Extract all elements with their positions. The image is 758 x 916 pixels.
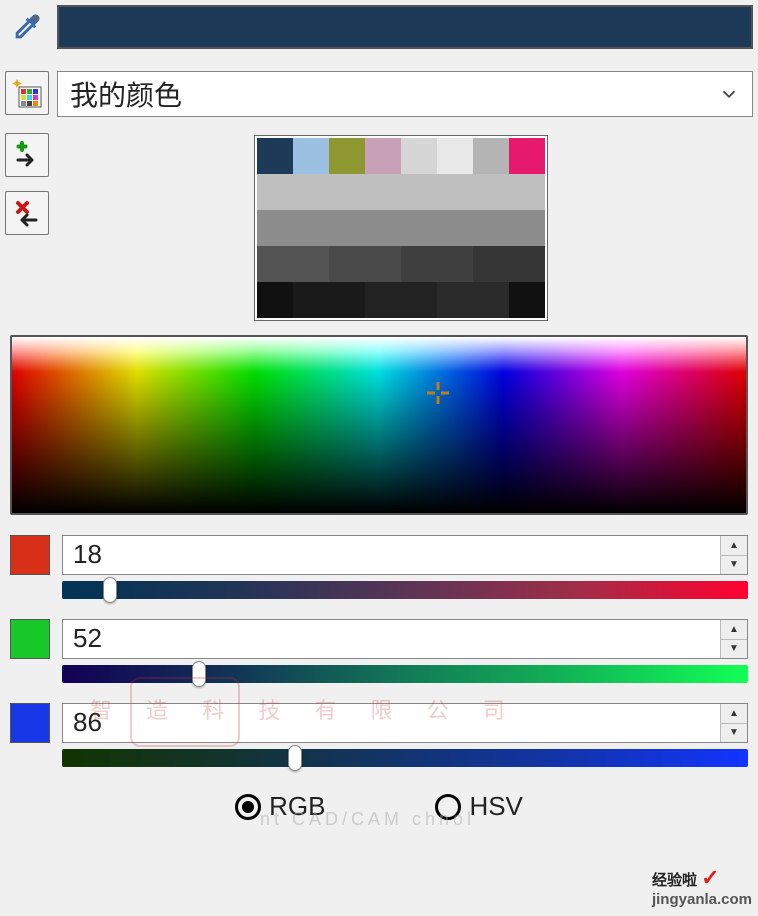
chevron-down-icon xyxy=(718,83,740,105)
b-channel-value: 86 xyxy=(63,704,720,742)
r-channel-swatch xyxy=(10,535,50,575)
swatch-cell[interactable] xyxy=(293,246,329,282)
swatch-cell[interactable] xyxy=(473,210,509,246)
g-stepper[interactable]: ▲▼ xyxy=(720,620,747,658)
swatch-cell[interactable] xyxy=(473,174,509,210)
swatch-cell[interactable] xyxy=(293,138,329,174)
swatch-cell[interactable] xyxy=(473,246,509,282)
swatch-cell[interactable] xyxy=(329,174,365,210)
swatch-cell[interactable] xyxy=(257,174,293,210)
r-stepper[interactable]: ▲▼ xyxy=(720,536,747,574)
radio-icon xyxy=(435,794,461,820)
up-icon[interactable]: ▲ xyxy=(721,536,747,556)
g-channel-swatch xyxy=(10,619,50,659)
swatch-cell[interactable] xyxy=(509,210,545,246)
g-slider-thumb[interactable] xyxy=(192,661,206,687)
swatch-cell[interactable] xyxy=(401,210,437,246)
b-channel-swatch xyxy=(10,703,50,743)
up-icon[interactable]: ▲ xyxy=(721,620,747,640)
eyedropper-icon xyxy=(10,10,44,44)
swatch-cell[interactable] xyxy=(401,246,437,282)
swatch-cell[interactable] xyxy=(509,246,545,282)
swatch-cell[interactable] xyxy=(365,210,401,246)
b-slider-thumb[interactable] xyxy=(288,745,302,771)
add-color-button[interactable] xyxy=(5,133,49,177)
swatch-cell[interactable] xyxy=(437,210,473,246)
swatch-cell[interactable] xyxy=(509,282,545,318)
swatch-cell[interactable] xyxy=(329,282,365,318)
mode-rgb-label: RGB xyxy=(269,791,325,822)
swatch-cell[interactable] xyxy=(509,138,545,174)
r-channel-input[interactable]: 18 ▲▼ xyxy=(62,535,748,575)
swatch-cell[interactable] xyxy=(329,210,365,246)
swatch-cell[interactable] xyxy=(401,174,437,210)
swatch-cell[interactable] xyxy=(257,210,293,246)
radio-icon xyxy=(235,794,261,820)
swatch-cell[interactable] xyxy=(257,282,293,318)
custom-swatch-grid[interactable] xyxy=(254,135,548,321)
r-channel-value: 18 xyxy=(63,536,720,574)
eyedropper-button[interactable] xyxy=(5,5,49,49)
swatch-cell[interactable] xyxy=(293,282,329,318)
swatch-cell[interactable] xyxy=(437,174,473,210)
spectrum-crosshair-icon xyxy=(427,382,449,404)
swatch-cell[interactable] xyxy=(329,246,365,282)
palette-select-label: 我的颜色 xyxy=(70,74,182,114)
current-color-preview xyxy=(57,5,753,49)
b-channel-slider[interactable] xyxy=(62,749,748,767)
swatch-cell[interactable] xyxy=(437,282,473,318)
spectrum-picker[interactable] xyxy=(10,335,748,515)
swatch-cell[interactable] xyxy=(437,138,473,174)
swatch-cell[interactable] xyxy=(365,246,401,282)
swatch-cell[interactable] xyxy=(365,282,401,318)
swatch-cell[interactable] xyxy=(401,138,437,174)
swatch-cell[interactable] xyxy=(257,246,293,282)
mode-hsv-radio[interactable]: HSV xyxy=(435,791,522,822)
b-channel-input[interactable]: 86 ▲▼ xyxy=(62,703,748,743)
g-channel-input[interactable]: 52 ▲▼ xyxy=(62,619,748,659)
mode-rgb-radio[interactable]: RGB xyxy=(235,791,325,822)
r-channel-slider[interactable] xyxy=(62,581,748,599)
g-channel-slider[interactable] xyxy=(62,665,748,683)
swatch-cell[interactable] xyxy=(401,282,437,318)
swatch-cell[interactable] xyxy=(509,174,545,210)
r-slider-thumb[interactable] xyxy=(103,577,117,603)
down-icon[interactable]: ▼ xyxy=(721,724,747,743)
up-icon[interactable]: ▲ xyxy=(721,704,747,724)
g-channel-value: 52 xyxy=(63,620,720,658)
down-icon[interactable]: ▼ xyxy=(721,640,747,659)
remove-arrow-icon xyxy=(12,198,42,228)
swatch-cell[interactable] xyxy=(473,138,509,174)
swatch-cell[interactable] xyxy=(293,174,329,210)
swatch-cell[interactable] xyxy=(329,138,365,174)
mode-hsv-label: HSV xyxy=(469,791,522,822)
b-stepper[interactable]: ▲▼ xyxy=(720,704,747,742)
remove-color-button[interactable] xyxy=(5,191,49,235)
new-palette-button[interactable] xyxy=(5,71,49,115)
corner-watermark: 经验啦 ✓ jingyanla.com xyxy=(652,865,752,908)
swatch-cell[interactable] xyxy=(293,210,329,246)
swatch-cell[interactable] xyxy=(257,138,293,174)
swatch-cell[interactable] xyxy=(365,138,401,174)
add-arrow-icon xyxy=(12,140,42,170)
swatch-cell[interactable] xyxy=(437,246,473,282)
palette-select[interactable]: 我的颜色 xyxy=(57,71,753,117)
swatch-cell[interactable] xyxy=(365,174,401,210)
down-icon[interactable]: ▼ xyxy=(721,556,747,575)
palette-sparkle-icon xyxy=(11,77,43,109)
swatch-cell[interactable] xyxy=(473,282,509,318)
